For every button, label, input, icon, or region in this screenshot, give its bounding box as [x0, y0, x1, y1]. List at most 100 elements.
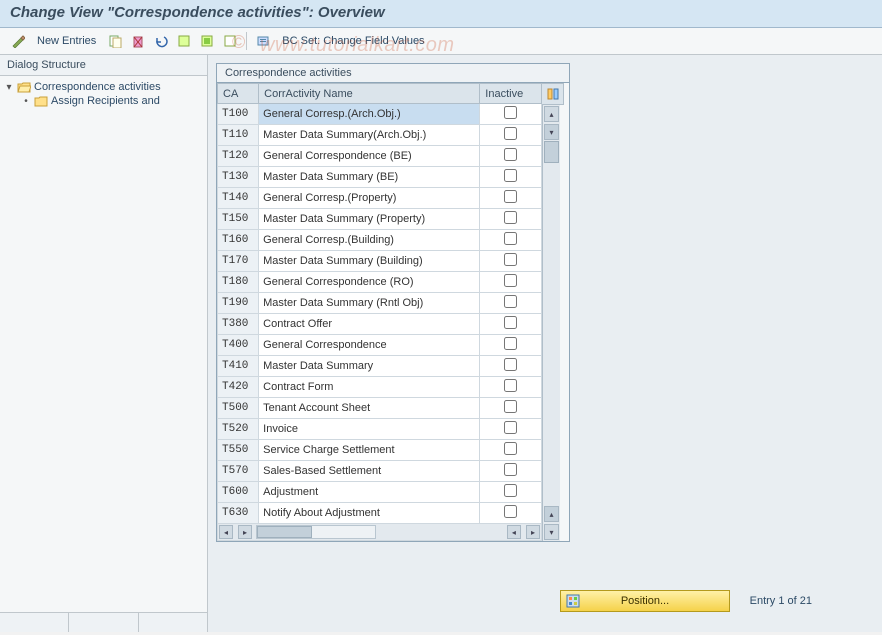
tree-node-correspondence-activities[interactable]: ▾ Correspondence activities — [2, 80, 205, 94]
cell-ca[interactable]: T420 — [218, 377, 259, 398]
cell-name[interactable]: Master Data Summary (Property) — [259, 209, 480, 230]
cell-name[interactable]: Contract Offer — [259, 314, 480, 335]
cell-name[interactable]: Notify About Adjustment — [259, 503, 480, 524]
cell-ca[interactable]: T130 — [218, 167, 259, 188]
inactive-checkbox[interactable] — [504, 253, 517, 266]
inactive-checkbox[interactable] — [504, 505, 517, 518]
cell-name[interactable]: General Correspondence (BE) — [259, 146, 480, 167]
table-row[interactable]: T410Master Data Summary — [218, 356, 542, 377]
vscroll-up-icon[interactable]: ▴ — [544, 106, 559, 122]
inactive-checkbox[interactable] — [504, 379, 517, 392]
cell-ca[interactable]: T110 — [218, 125, 259, 146]
cell-ca[interactable]: T500 — [218, 398, 259, 419]
table-row[interactable]: T500Tenant Account Sheet — [218, 398, 542, 419]
table-row[interactable]: T160General Corresp.(Building) — [218, 230, 542, 251]
inactive-checkbox[interactable] — [504, 316, 517, 329]
cell-ca[interactable]: T600 — [218, 482, 259, 503]
delete-icon[interactable] — [128, 31, 148, 51]
hscroll-left2-icon[interactable]: ◂ — [507, 525, 521, 539]
cell-name[interactable]: Adjustment — [259, 482, 480, 503]
tree-collapse-icon[interactable]: ▾ — [4, 82, 14, 93]
table-row[interactable]: T630Notify About Adjustment — [218, 503, 542, 524]
table-row[interactable]: T120General Correspondence (BE) — [218, 146, 542, 167]
cell-name[interactable]: General Corresp.(Arch.Obj.) — [259, 104, 480, 125]
cell-ca[interactable]: T410 — [218, 356, 259, 377]
cell-name[interactable]: Master Data Summary(Arch.Obj.) — [259, 125, 480, 146]
cell-ca[interactable]: T190 — [218, 293, 259, 314]
table-row[interactable]: T600Adjustment — [218, 482, 542, 503]
inactive-checkbox[interactable] — [504, 106, 517, 119]
new-entries-button[interactable]: New Entries — [31, 33, 102, 49]
copy-as-icon[interactable] — [105, 31, 125, 51]
cell-name[interactable]: General Corresp.(Building) — [259, 230, 480, 251]
table-row[interactable]: T380Contract Offer — [218, 314, 542, 335]
table-row[interactable]: T100General Corresp.(Arch.Obj.) — [218, 104, 542, 125]
vscroll-down-icon[interactable]: ▾ — [544, 524, 559, 540]
select-all-icon[interactable] — [174, 31, 194, 51]
cell-ca[interactable]: T140 — [218, 188, 259, 209]
cell-ca[interactable]: T150 — [218, 209, 259, 230]
bc-set-button[interactable]: BC Set: Change Field Values — [276, 33, 430, 49]
position-button[interactable]: Position... — [560, 590, 730, 612]
vscroll-thumb[interactable] — [544, 141, 559, 163]
horizontal-scrollbar[interactable]: ◂ ▸ ◂ ▸ — [218, 524, 542, 541]
table-row[interactable]: T520Invoice — [218, 419, 542, 440]
cell-ca[interactable]: T160 — [218, 230, 259, 251]
column-header-inactive[interactable]: Inactive — [480, 84, 542, 104]
inactive-checkbox[interactable] — [504, 337, 517, 350]
tree-node-assign-recipients[interactable]: • Assign Recipients and — [2, 94, 205, 108]
select-block-icon[interactable] — [197, 31, 217, 51]
cell-ca[interactable]: T170 — [218, 251, 259, 272]
inactive-checkbox[interactable] — [504, 358, 517, 371]
inactive-checkbox[interactable] — [504, 274, 517, 287]
inactive-checkbox[interactable] — [504, 442, 517, 455]
table-row[interactable]: T550Service Charge Settlement — [218, 440, 542, 461]
column-header-name[interactable]: CorrActivity Name — [259, 84, 480, 104]
cell-ca[interactable]: T380 — [218, 314, 259, 335]
cell-ca[interactable]: T100 — [218, 104, 259, 125]
undo-change-icon[interactable] — [151, 31, 171, 51]
inactive-checkbox[interactable] — [504, 148, 517, 161]
vertical-scrollbar[interactable]: ▴ ▾ ▴ ▾ — [542, 105, 560, 541]
table-row[interactable]: T400General Correspondence — [218, 335, 542, 356]
vscroll-down2-icon[interactable]: ▴ — [544, 506, 559, 522]
inactive-checkbox[interactable] — [504, 421, 517, 434]
inactive-checkbox[interactable] — [504, 190, 517, 203]
table-row[interactable]: T130Master Data Summary (BE) — [218, 167, 542, 188]
inactive-checkbox[interactable] — [504, 211, 517, 224]
cell-ca[interactable]: T630 — [218, 503, 259, 524]
table-row[interactable]: T110Master Data Summary(Arch.Obj.) — [218, 125, 542, 146]
inactive-checkbox[interactable] — [504, 484, 517, 497]
cell-name[interactable]: Master Data Summary (Building) — [259, 251, 480, 272]
table-row[interactable]: T140General Corresp.(Property) — [218, 188, 542, 209]
cell-name[interactable]: Master Data Summary — [259, 356, 480, 377]
table-row[interactable]: T570Sales-Based Settlement — [218, 461, 542, 482]
cell-ca[interactable]: T180 — [218, 272, 259, 293]
table-row[interactable]: T150Master Data Summary (Property) — [218, 209, 542, 230]
table-row[interactable]: T420Contract Form — [218, 377, 542, 398]
inactive-checkbox[interactable] — [504, 463, 517, 476]
configure-columns-icon[interactable] — [542, 83, 564, 105]
table-row[interactable]: T190Master Data Summary (Rntl Obj) — [218, 293, 542, 314]
inactive-checkbox[interactable] — [504, 127, 517, 140]
cell-name[interactable]: Service Charge Settlement — [259, 440, 480, 461]
cell-name[interactable]: General Correspondence — [259, 335, 480, 356]
cell-ca[interactable]: T550 — [218, 440, 259, 461]
hscroll-right2-icon[interactable]: ▸ — [526, 525, 540, 539]
cell-name[interactable]: Invoice — [259, 419, 480, 440]
column-header-ca[interactable]: CA — [218, 84, 259, 104]
cell-name[interactable]: Master Data Summary (BE) — [259, 167, 480, 188]
toggle-display-change-icon[interactable] — [8, 31, 28, 51]
table-row[interactable]: T170Master Data Summary (Building) — [218, 251, 542, 272]
cell-name[interactable]: General Correspondence (RO) — [259, 272, 480, 293]
deselect-all-icon[interactable] — [220, 31, 240, 51]
bc-set-icon[interactable] — [253, 31, 273, 51]
table-row[interactable]: T180General Correspondence (RO) — [218, 272, 542, 293]
cell-ca[interactable]: T520 — [218, 419, 259, 440]
cell-name[interactable]: Sales-Based Settlement — [259, 461, 480, 482]
cell-ca[interactable]: T570 — [218, 461, 259, 482]
cell-name[interactable]: Tenant Account Sheet — [259, 398, 480, 419]
hscroll-left-icon[interactable]: ◂ — [219, 525, 233, 539]
cell-ca[interactable]: T400 — [218, 335, 259, 356]
cell-name[interactable]: General Corresp.(Property) — [259, 188, 480, 209]
